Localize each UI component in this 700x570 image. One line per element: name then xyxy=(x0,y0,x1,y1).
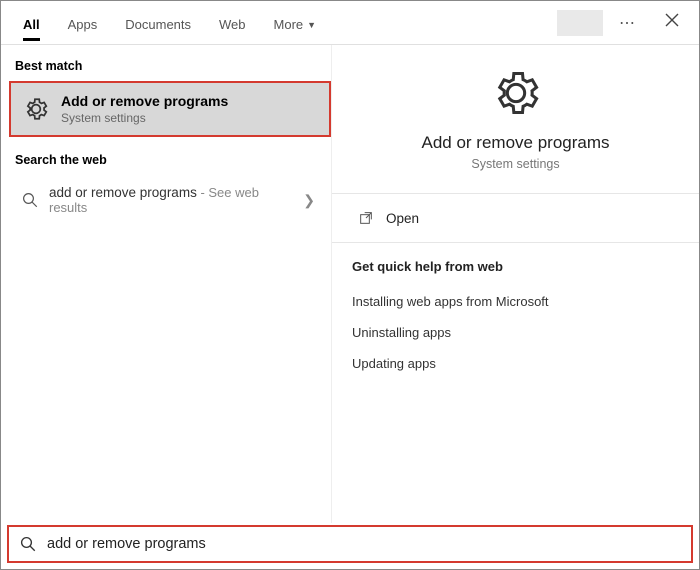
more-options-button[interactable]: ⋯ xyxy=(611,7,645,39)
account-placeholder[interactable] xyxy=(557,10,603,36)
filter-tabs: All Apps Documents Web More ▼ xyxy=(9,5,330,40)
close-icon xyxy=(665,13,679,27)
tab-all[interactable]: All xyxy=(9,5,54,40)
search-icon xyxy=(19,535,37,553)
chevron-down-icon: ▼ xyxy=(307,20,316,30)
search-bar[interactable] xyxy=(7,525,693,563)
quick-link-update[interactable]: Updating apps xyxy=(352,348,679,379)
tab-web[interactable]: Web xyxy=(205,5,260,40)
detail-title: Add or remove programs xyxy=(352,133,679,153)
web-result-text: add or remove programs - See web results xyxy=(49,185,293,215)
best-match-title: Add or remove programs xyxy=(61,93,228,109)
tab-more[interactable]: More ▼ xyxy=(260,5,331,40)
best-match-result[interactable]: Add or remove programs System settings xyxy=(9,81,331,137)
web-result-item[interactable]: add or remove programs - See web results… xyxy=(9,175,331,225)
best-match-text: Add or remove programs System settings xyxy=(61,93,228,125)
results-pane: Best match Add or remove programs System… xyxy=(1,45,331,523)
detail-pane: Add or remove programs System settings O… xyxy=(331,45,699,523)
close-button[interactable] xyxy=(653,7,691,38)
open-icon xyxy=(358,210,374,226)
detail-subtitle: System settings xyxy=(352,157,679,171)
quick-link-install[interactable]: Installing web apps from Microsoft xyxy=(352,286,679,317)
open-label: Open xyxy=(386,211,419,226)
chevron-right-icon: ❯ xyxy=(303,192,319,209)
tab-documents[interactable]: Documents xyxy=(111,5,205,40)
quick-help-label: Get quick help from web xyxy=(352,243,679,286)
detail-icon-wrap xyxy=(352,67,679,119)
quick-link-uninstall[interactable]: Uninstalling apps xyxy=(352,317,679,348)
best-match-subtitle: System settings xyxy=(61,111,228,125)
open-action[interactable]: Open xyxy=(352,194,679,242)
gear-icon xyxy=(490,67,542,119)
search-input[interactable] xyxy=(47,536,681,552)
search-header: All Apps Documents Web More ▼ ⋯ xyxy=(1,1,699,45)
search-web-label: Search the web xyxy=(9,151,331,175)
search-icon xyxy=(21,191,39,209)
tab-apps[interactable]: Apps xyxy=(54,5,112,40)
content-area: Best match Add or remove programs System… xyxy=(1,45,699,523)
gear-icon xyxy=(23,96,49,122)
header-right: ⋯ xyxy=(557,7,691,39)
tab-more-label: More xyxy=(274,17,304,32)
best-match-label: Best match xyxy=(9,57,331,81)
web-result-query: add or remove programs xyxy=(49,185,197,200)
